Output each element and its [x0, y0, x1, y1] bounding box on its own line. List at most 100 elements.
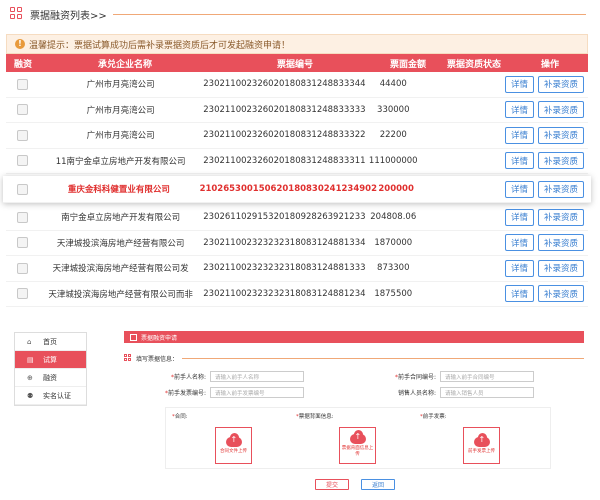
notice-banner: ! 温馨提示：票据试算成功后需补录票据资质后才可发起融资申请！ [6, 34, 588, 54]
detail-button[interactable]: 详情 [504, 180, 534, 198]
finance-icon: ⊕ [27, 373, 33, 382]
upload-bill-back: *票据背面信息: [296, 412, 334, 420]
row-checkbox[interactable] [16, 262, 28, 274]
table-row: 广州市月亮湾公司 230211002326020180831248833322 22… [6, 123, 588, 149]
company-cell: 天津城投滨海房地产经营有限公司 [56, 238, 185, 249]
upload-cloud-icon [473, 432, 490, 447]
amount-cell: 200000 [378, 184, 414, 194]
nav-item-label: 实名认证 [43, 391, 71, 400]
actions-cell: 详情 补录资质 [493, 101, 588, 119]
upload-cloud-icon [225, 432, 242, 447]
row-checkbox[interactable] [16, 129, 28, 141]
form-section-header: 填写票据信息： [124, 352, 584, 364]
supplement-button[interactable]: 补录资质 [537, 75, 584, 93]
calc-icon: ▤ [27, 355, 34, 364]
back-button[interactable]: 返回 [361, 479, 395, 490]
row-select [6, 237, 39, 249]
upload-invoice-button[interactable]: 前手发票上传 [463, 427, 500, 464]
detail-button[interactable]: 详情 [504, 152, 534, 170]
detail-button[interactable]: 详情 [504, 234, 534, 252]
table-body: 广州市月亮湾公司 230211002326020180831248833344 44… [3, 72, 591, 307]
detail-button[interactable]: 详情 [504, 259, 534, 277]
row-select [6, 129, 39, 141]
divider [112, 13, 586, 15]
row-select [6, 262, 39, 274]
amount-cell: 44400 [379, 79, 407, 90]
row-checkbox[interactable] [16, 237, 28, 249]
prev-contract-input[interactable]: 请输入前手合同编号 [440, 371, 534, 382]
submit-button[interactable]: 提交 [315, 479, 349, 490]
row-select [6, 155, 39, 167]
prev-name-input[interactable]: 请输入前手人名称 [210, 371, 304, 382]
upload-header: *合同: [172, 414, 188, 420]
row-checkbox[interactable] [16, 288, 28, 300]
nav-item[interactable]: ⌂ 首页 [15, 333, 86, 351]
field-prev-name: *前手人名称: 请输入前手人名称 [150, 371, 304, 382]
row-checkbox[interactable] [16, 104, 28, 116]
detail-button[interactable]: 详情 [504, 126, 534, 144]
col-header-finance: 融资 [13, 59, 32, 70]
bill-no-cell: 230211002323232318083124881333 [203, 263, 366, 274]
field-seller-name: 销售人员名称: 请输入销售人员 [380, 387, 534, 398]
detail-button[interactable]: 详情 [504, 208, 534, 226]
amount-cell: 22200 [379, 130, 407, 141]
supplement-button[interactable]: 补录资质 [537, 101, 584, 119]
company-cell: 南宁金卓立房地产开发有限公司 [61, 213, 181, 224]
nav-item[interactable]: ▤ 试算 [15, 351, 86, 369]
actions-cell: 详情 补录资质 [493, 126, 588, 144]
upload-header: *前手发票: [420, 414, 447, 420]
amount-cell: 111000000 [368, 155, 418, 166]
upload-button-label: 前手发票上传 [468, 448, 495, 454]
detail-button[interactable]: 详情 [504, 75, 534, 93]
supplement-button[interactable]: 补录资质 [537, 126, 584, 144]
prev-invoice-input[interactable]: 请输入前手发票编号 [210, 387, 304, 398]
seller-name-input[interactable]: 请输入销售人员 [440, 387, 534, 398]
table-row: 天津城投滨海房地产经营有限公司 2302110023232323180831248… [6, 231, 588, 256]
upload-cloud-icon [349, 430, 366, 444]
company-cell: 广州市月亮湾公司 [86, 131, 155, 142]
bill-no-cell: 230211002326020180831248833344 [203, 79, 366, 90]
user-icon: ⚉ [27, 391, 34, 400]
upload-bill-back-button[interactable]: 票据背面信息上传 [339, 427, 376, 464]
home-icon: ⌂ [27, 337, 32, 346]
bill-no-cell: 230261102915320180928263921233 [203, 212, 366, 223]
col-header-company: 承兑企业名称 [97, 59, 152, 70]
company-cell: 广州市月亮湾公司 [86, 80, 155, 91]
table-row: 天津城投滨海房地产经营有限公司发 230211002323232318083124… [6, 256, 588, 282]
nav-item[interactable]: ⊕ 融资 [15, 369, 86, 387]
supplement-button[interactable]: 补录资质 [537, 259, 584, 277]
nav-item-label: 首页 [43, 337, 57, 346]
col-header-actions: 操作 [540, 59, 559, 70]
nav-item[interactable]: ⚉ 实名认证 [15, 387, 86, 405]
row-select [6, 104, 39, 116]
amount-cell: 330000 [377, 104, 410, 115]
section-title: 票据融资列表>> [30, 10, 107, 22]
supplement-button[interactable]: 补录资质 [537, 234, 584, 252]
row-checkbox[interactable] [16, 211, 28, 223]
supplement-button[interactable]: 补录资质 [537, 152, 584, 170]
upload-contract-button[interactable]: 合同文件上传 [215, 427, 252, 464]
bill-no-cell: 230211002323232318083124881234 [203, 288, 366, 299]
supplement-button[interactable]: 补录资质 [537, 180, 584, 198]
field-prev-invoice: *前手发票编号: 请输入前手发票编号 [150, 387, 304, 398]
apply-title-bar: 票据融资申请 [124, 331, 584, 343]
row-checkbox[interactable] [16, 183, 28, 195]
supplement-button[interactable]: 补录资质 [537, 208, 584, 226]
company-cell: 11南宁金卓立房地产开发有限公司 [55, 156, 186, 167]
grid-icon [124, 354, 132, 362]
bill-no-cell: 210265300150620180830241234902 [199, 184, 377, 194]
col-header-status: 票据资质状态 [446, 59, 501, 70]
row-checkbox[interactable] [16, 78, 28, 90]
amount-cell: 873300 [377, 263, 410, 274]
supplement-button[interactable]: 补录资质 [537, 285, 584, 303]
detail-button[interactable]: 详情 [504, 101, 534, 119]
bill-no-cell: 230211002326020180831248833311 [203, 155, 366, 166]
side-nav: ⌂ 首页 ▤ 试算 ⊕ 融资 ⚉ 实名认证 [14, 332, 87, 406]
row-select [6, 78, 39, 90]
detail-button[interactable]: 详情 [504, 285, 534, 303]
actions-cell: 详情 补录资质 [493, 285, 588, 303]
bill-no-cell: 230211002326020180831248833322 [203, 130, 366, 141]
row-checkbox[interactable] [16, 155, 28, 167]
company-cell: 重庆金科科健置业有限公司 [67, 185, 170, 195]
company-cell: 天津城投滨海房地产经营有限公司而非 [48, 289, 193, 300]
